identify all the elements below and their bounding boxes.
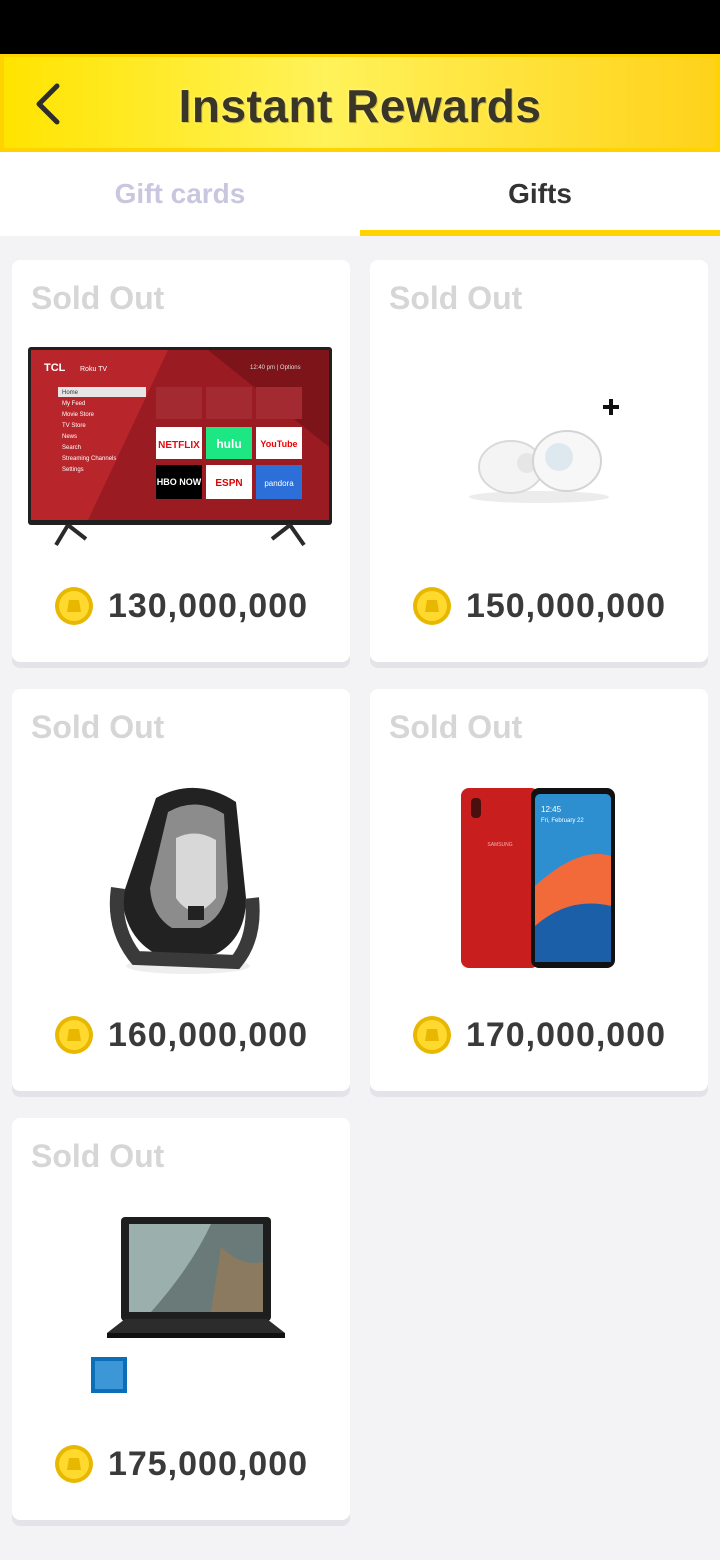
laptop-icon bbox=[91, 1217, 285, 1393]
svg-text:My Feed: My Feed bbox=[62, 401, 85, 407]
coin-icon bbox=[54, 1445, 93, 1483]
svg-text:NETFLIX: NETFLIX bbox=[158, 440, 200, 451]
svg-text:HBO NOW: HBO NOW bbox=[157, 477, 202, 487]
coin-icon bbox=[54, 1016, 93, 1054]
price-value: 175,000,000 bbox=[107, 1444, 309, 1483]
svg-text:SAMSUNG: SAMSUNG bbox=[487, 842, 512, 848]
svg-text:pandora: pandora bbox=[264, 479, 294, 488]
sold-out-label: Sold Out bbox=[31, 280, 165, 316]
svg-text:Fri, February 22: Fri, February 22 bbox=[541, 818, 584, 824]
price-row: 160,000,000 bbox=[12, 1011, 350, 1059]
sold-out-label: Sold Out bbox=[389, 280, 523, 316]
svg-text:12:45: 12:45 bbox=[541, 805, 562, 814]
product-card-earbuds[interactable]: Sold Out 150,000,000 bbox=[370, 260, 708, 662]
earbuds-icon bbox=[469, 399, 619, 503]
car-seat-icon bbox=[109, 787, 260, 974]
car-seat-image bbox=[28, 773, 334, 983]
tab-bar: Gift cards Gifts bbox=[0, 152, 720, 236]
price-value: 170,000,000 bbox=[465, 1015, 667, 1054]
earbuds-image bbox=[386, 344, 692, 554]
price-value: 150,000,000 bbox=[465, 586, 667, 625]
svg-text:YouTube: YouTube bbox=[260, 439, 297, 449]
svg-text:TCL: TCL bbox=[44, 362, 66, 374]
svg-text:Streaming Channels: Streaming Channels bbox=[62, 456, 116, 462]
svg-text:TV Store: TV Store bbox=[62, 423, 86, 429]
product-card-car-seat[interactable]: Sold Out 160,000,000 bbox=[12, 689, 350, 1091]
coin-icon bbox=[412, 1016, 451, 1054]
svg-text:Settings: Settings bbox=[62, 467, 84, 473]
sold-out-label: Sold Out bbox=[31, 1138, 165, 1174]
page-title: Instant Rewards bbox=[178, 80, 542, 132]
coin-icon bbox=[54, 587, 93, 625]
price-row: 150,000,000 bbox=[370, 582, 708, 630]
status-bar bbox=[0, 0, 720, 54]
svg-text:12:40 pm | Options: 12:40 pm | Options bbox=[250, 365, 301, 371]
tab-gift-cards[interactable]: Gift cards bbox=[0, 152, 360, 236]
svg-text:hulu: hulu bbox=[216, 437, 241, 451]
laptop-image bbox=[28, 1202, 334, 1412]
price-row: 170,000,000 bbox=[370, 1011, 708, 1059]
price-row: 130,000,000 bbox=[12, 582, 350, 630]
svg-text:Movie Store: Movie Store bbox=[62, 412, 95, 418]
price-value: 130,000,000 bbox=[107, 586, 309, 625]
active-tab-indicator bbox=[360, 230, 720, 236]
coin-icon bbox=[412, 587, 451, 625]
smartphone-image: SAMSUNG 12:45 Fri, February 22 bbox=[386, 773, 692, 983]
tv-image: TCL Roku TV 12:40 pm | Options Home My F… bbox=[28, 344, 334, 554]
header-bar: Instant Rewards bbox=[0, 54, 720, 152]
svg-text:ESPN: ESPN bbox=[215, 478, 242, 489]
product-card-tv[interactable]: Sold Out TCL Roku TV 12:40 pm | Options … bbox=[12, 260, 350, 662]
smartphone-icon: SAMSUNG 12:45 Fri, February 22 bbox=[461, 788, 615, 968]
sold-out-label: Sold Out bbox=[31, 709, 165, 745]
tab-gifts[interactable]: Gifts bbox=[360, 152, 720, 236]
price-value: 160,000,000 bbox=[107, 1015, 309, 1054]
svg-text:News: News bbox=[62, 434, 77, 440]
tv-icon: TCL Roku TV 12:40 pm | Options Home My F… bbox=[28, 347, 332, 547]
svg-text:Search: Search bbox=[62, 445, 81, 451]
product-card-smartphone[interactable]: Sold Out SAMSUNG 12:45 Fri, February 22 … bbox=[370, 689, 708, 1091]
svg-text:Roku TV: Roku TV bbox=[80, 366, 107, 373]
sold-out-label: Sold Out bbox=[389, 709, 523, 745]
price-row: 175,000,000 bbox=[12, 1440, 350, 1488]
product-card-laptop[interactable]: Sold Out 175,000,000 bbox=[12, 1118, 350, 1520]
svg-text:Home: Home bbox=[62, 390, 79, 396]
